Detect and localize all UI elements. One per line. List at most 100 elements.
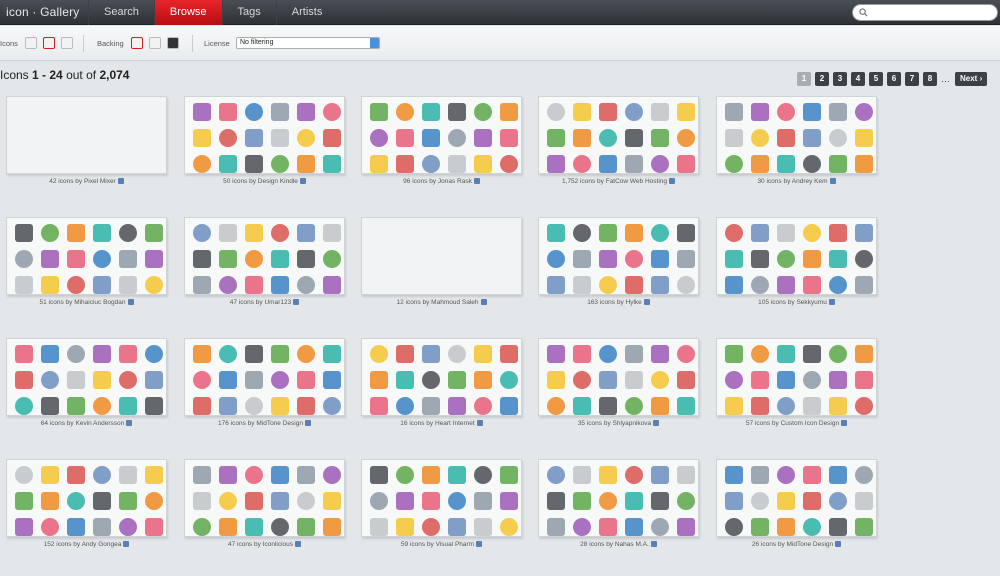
artist-link[interactable]: Andrey Kem <box>792 178 828 185</box>
page-3-button[interactable]: 3 <box>833 72 847 86</box>
icon-thumbnail <box>297 224 315 242</box>
icon-set-card[interactable] <box>184 338 345 416</box>
icon-thumbnail <box>803 492 821 510</box>
artist-link[interactable]: Jonas Rask <box>438 178 472 185</box>
icon-size-large-toggle[interactable] <box>61 37 73 49</box>
artist-link[interactable]: Nahas M.A. <box>615 541 649 548</box>
external-link-icon[interactable] <box>123 541 130 548</box>
icon-set-card[interactable] <box>716 217 877 295</box>
external-link-icon[interactable] <box>299 178 306 185</box>
external-link-icon[interactable] <box>653 420 660 427</box>
icon-thumbnail <box>297 466 315 484</box>
icon-set-card[interactable] <box>184 459 345 537</box>
external-link-icon[interactable] <box>841 420 848 427</box>
icon-size-small-toggle[interactable] <box>25 37 37 49</box>
external-link-icon[interactable] <box>304 420 311 427</box>
icon-thumbnail <box>219 129 237 147</box>
external-link-icon[interactable] <box>828 299 835 306</box>
artist-link[interactable]: Mihaiciuc Bogdan <box>74 299 125 306</box>
external-link-icon[interactable] <box>829 178 836 185</box>
icon-thumbnail <box>573 466 591 484</box>
icon-set-card[interactable] <box>361 217 522 295</box>
artist-link[interactable]: FatCow Web Hosting <box>606 178 667 185</box>
icon-thumbnail <box>323 397 341 415</box>
artist-link[interactable]: Mahmoud Saleh <box>431 299 478 306</box>
icon-set-card[interactable] <box>538 217 699 295</box>
icon-thumbnail <box>93 397 111 415</box>
artist-link[interactable]: MidTone Design <box>256 420 303 427</box>
artist-link[interactable]: Design Kindle <box>258 178 298 185</box>
icon-set-card[interactable] <box>361 96 522 174</box>
icon-set-card[interactable] <box>361 459 522 537</box>
icon-thumbnail <box>751 250 769 268</box>
artist-link[interactable]: Visual Pharm <box>436 541 475 548</box>
backing-white-toggle[interactable] <box>131 37 143 49</box>
external-link-icon[interactable] <box>476 541 483 548</box>
next-page-button[interactable]: Next › <box>955 72 988 86</box>
external-link-icon[interactable] <box>669 178 676 185</box>
external-link-icon[interactable] <box>643 299 650 306</box>
page-1-button[interactable]: 1 <box>797 72 811 86</box>
icon-count: 42 icons by <box>49 178 84 185</box>
icon-thumbnail <box>599 518 617 536</box>
artist-link[interactable]: Iconlicious <box>263 541 293 548</box>
icon-thumbnail <box>651 224 669 242</box>
icon-size-medium-toggle[interactable] <box>43 37 55 49</box>
icon-set-card[interactable] <box>538 459 699 537</box>
icon-set-card[interactable] <box>6 217 167 295</box>
icon-set-caption: 26 icons by MidTone Design <box>709 541 884 548</box>
backing-black-toggle[interactable] <box>167 37 179 49</box>
icon-thumbnail <box>370 518 388 536</box>
icon-set-card[interactable] <box>716 459 877 537</box>
icon-set-card[interactable] <box>716 338 877 416</box>
icon-set-card[interactable] <box>6 459 167 537</box>
icon-set-card[interactable] <box>361 338 522 416</box>
icon-thumbnail <box>93 466 111 484</box>
external-link-icon[interactable] <box>117 178 124 185</box>
external-link-icon[interactable] <box>295 541 302 548</box>
external-link-icon[interactable] <box>127 299 134 306</box>
external-link-icon[interactable] <box>473 178 480 185</box>
artist-link[interactable]: Kevin Andersson <box>75 420 124 427</box>
artist-link[interactable]: Custom Icon Design <box>781 420 840 427</box>
artist-link[interactable]: MidTone Design <box>787 541 834 548</box>
page-7-button[interactable]: 7 <box>905 72 919 86</box>
artist-link[interactable]: Hylke <box>626 299 642 306</box>
nav-tab-tags[interactable]: Tags <box>221 0 276 25</box>
icon-thumbnail <box>271 276 289 294</box>
search-box[interactable] <box>852 4 998 21</box>
artist-link[interactable]: Andy Gongea <box>82 541 122 548</box>
artist-link[interactable]: Umar123 <box>264 299 291 306</box>
artist-link[interactable]: Pixel Mixer <box>84 178 116 185</box>
icon-set-card[interactable] <box>538 338 699 416</box>
site-logo[interactable]: icon · Gallery <box>6 5 80 19</box>
external-link-icon[interactable] <box>480 299 487 306</box>
nav-tab-artists[interactable]: Artists <box>275 0 338 25</box>
external-link-icon[interactable] <box>126 420 133 427</box>
page-2-button[interactable]: 2 <box>815 72 829 86</box>
icon-set-card[interactable] <box>716 96 877 174</box>
icon-set-card[interactable] <box>538 96 699 174</box>
page-4-button[interactable]: 4 <box>851 72 865 86</box>
icon-set-card[interactable] <box>184 96 345 174</box>
artist-link[interactable]: Shlyapnikova <box>613 420 652 427</box>
page-6-button[interactable]: 6 <box>887 72 901 86</box>
page-5-button[interactable]: 5 <box>869 72 883 86</box>
icon-set-card[interactable] <box>184 217 345 295</box>
icon-thumbnail <box>145 492 163 510</box>
external-link-icon[interactable] <box>293 299 300 306</box>
icon-thumbnail <box>500 397 518 415</box>
external-link-icon[interactable] <box>650 541 657 548</box>
nav-tab-browse[interactable]: Browse <box>153 0 222 25</box>
external-link-icon[interactable] <box>835 541 842 548</box>
backing-transparent-toggle[interactable] <box>149 37 161 49</box>
artist-link[interactable]: Heart Internet <box>435 420 475 427</box>
page-8-button[interactable]: 8 <box>923 72 937 86</box>
license-select[interactable]: No filtering <box>236 37 380 49</box>
nav-tab-search[interactable]: Search <box>88 0 154 25</box>
icon-thumbnail <box>245 345 263 363</box>
icon-set-card[interactable] <box>6 338 167 416</box>
external-link-icon[interactable] <box>476 420 483 427</box>
artist-link[interactable]: Sekkyumu <box>796 299 826 306</box>
icon-set-card[interactable] <box>6 96 167 174</box>
